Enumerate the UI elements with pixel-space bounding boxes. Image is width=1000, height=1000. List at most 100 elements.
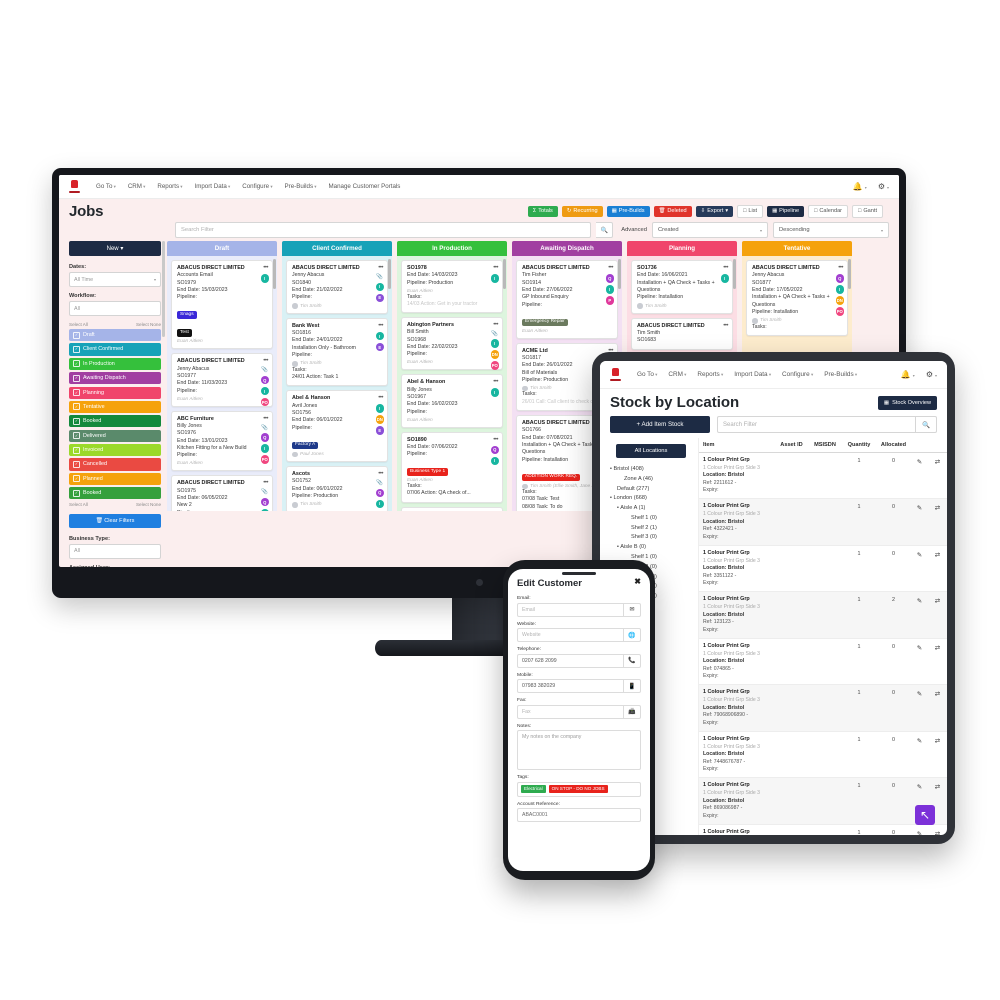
checkbox-icon[interactable]: ✓	[73, 460, 80, 468]
select-none-link[interactable]: Select None	[136, 322, 161, 327]
all-locations-button[interactable]: All Locations	[616, 444, 686, 458]
job-badge-i[interactable]: I	[490, 274, 499, 283]
job-card[interactable]: ••• Ascots SO1752 End Date: 06/01/2022 Pipel…	[286, 466, 388, 511]
workflow-filter-client-confirmed[interactable]: ✓ Client Confirmed	[69, 343, 161, 356]
checkbox-icon[interactable]: ✓	[73, 432, 80, 440]
job-badge-i[interactable]: I	[260, 508, 269, 511]
job-card[interactable]: ••• ABC Furniture Billy Jones SO1976 End Dat…	[171, 410, 273, 472]
phone-icon[interactable]: 📞	[624, 653, 641, 668]
transfer-icon[interactable]: ⇄	[928, 596, 947, 633]
workflow-filter-in-production[interactable]: ✓ In Production	[69, 357, 161, 370]
card-menu-icon[interactable]: •••	[263, 358, 268, 364]
card-menu-icon[interactable]: •••	[378, 471, 383, 477]
nav-item-go-to[interactable]: Go To	[637, 371, 657, 378]
job-badge-q[interactable]: Q	[605, 274, 614, 283]
attachment-icon[interactable]: 📎	[261, 489, 268, 495]
transfer-icon[interactable]: ⇄	[928, 736, 947, 773]
field-input[interactable]: 0207 628 2099	[517, 653, 624, 668]
workflow-input[interactable]: All	[69, 301, 161, 316]
location-tree-item[interactable]: Shelf 2 (1)	[610, 524, 692, 534]
search-input[interactable]: Search Filter	[175, 222, 592, 238]
checkbox-icon[interactable]: ✓	[73, 446, 80, 454]
mobile-icon[interactable]: 📱	[624, 679, 641, 693]
view-calendar-button[interactable]: □ Calendar	[808, 204, 849, 219]
sort-direction-select[interactable]: Descending	[773, 222, 889, 238]
location-tree-item[interactable]: London (668)	[610, 494, 692, 504]
stock-table-row[interactable]: 1 Colour Print Grp1 Colour Print Grp Sid…	[699, 639, 947, 686]
attachment-icon[interactable]: 📎	[491, 331, 498, 337]
job-card[interactable]: ••• SO1978 End Date: 14/03/2023 Pipeline: P…	[401, 260, 503, 313]
job-badge-q[interactable]: Q	[260, 497, 269, 507]
field-input[interactable]: Fax	[517, 704, 624, 719]
select-all-link-2[interactable]: Select All	[69, 502, 88, 507]
gear-icon[interactable]: ⚙	[926, 370, 937, 379]
gear-icon[interactable]: ⚙	[878, 182, 889, 191]
sidebar-scrollbar[interactable]	[162, 241, 165, 337]
workflow-filter-delivered[interactable]: ✓ Delivered	[69, 429, 161, 442]
job-badge-po[interactable]: PO	[260, 397, 269, 407]
transfer-icon[interactable]: ⇄	[928, 829, 947, 835]
sort-field-select[interactable]: Created	[652, 222, 768, 238]
job-badge-po[interactable]: PO	[260, 455, 269, 464]
checkbox-icon[interactable]: ✓	[73, 345, 80, 353]
job-badge-i[interactable]: I	[375, 282, 384, 291]
arrow-up-left-icon[interactable]: ↖	[915, 805, 935, 825]
checkbox-icon[interactable]: ✓	[73, 331, 80, 339]
stock-search-input[interactable]: Search Filter	[717, 416, 916, 433]
business-type-input[interactable]: All	[69, 543, 161, 559]
select-none-link-2[interactable]: Select None	[136, 502, 161, 507]
job-badge-i[interactable]: I	[605, 285, 614, 294]
nav-item-reports[interactable]: Reports	[157, 183, 182, 190]
advanced-link[interactable]: Advanced	[621, 227, 647, 233]
column-scrollbar[interactable]	[618, 259, 621, 289]
location-tree-item[interactable]: Bristol (408)	[610, 465, 692, 475]
transfer-icon[interactable]: ⇄	[928, 503, 947, 540]
recurring-button[interactable]: ↻ Recurring	[561, 205, 603, 218]
job-badge-q[interactable]: Q	[260, 375, 269, 385]
stock-table-row[interactable]: 1 Colour Print Grp1 Colour Print Grp Sid…	[699, 546, 947, 593]
bell-icon[interactable]: 🔔	[901, 370, 915, 379]
checkbox-icon[interactable]: ✓	[73, 489, 80, 497]
job-card[interactable]: ••• ABACUS DIRECT LIMITED Jenny Abacus SO18…	[746, 260, 848, 336]
job-badge-po[interactable]: PO	[490, 361, 499, 370]
field-input[interactable]: Website	[517, 628, 624, 642]
job-badge-e[interactable]: E	[375, 426, 384, 435]
account-reference-input[interactable]: ABAC0001	[517, 808, 641, 822]
stock-overview-button[interactable]: ▦ Stock Overview	[877, 395, 937, 410]
job-card[interactable]: ••• ABACUS DIRECT LIMITED Tim Smith SO1683	[631, 317, 733, 350]
edit-icon[interactable]: ✎	[911, 550, 928, 587]
workflow-filter-booked[interactable]: ✓ Booked	[69, 415, 161, 428]
deleted-button[interactable]: 🗑 Deleted	[653, 205, 692, 218]
job-badge-dn[interactable]: DN	[835, 296, 844, 305]
job-badge-q[interactable]: Q	[835, 274, 844, 283]
card-menu-icon[interactable]: •••	[378, 323, 383, 329]
attachment-icon[interactable]: 📎	[261, 367, 268, 373]
card-menu-icon[interactable]: •••	[723, 265, 728, 271]
transfer-icon[interactable]: ⇄	[928, 550, 947, 587]
checkbox-icon[interactable]: ✓	[73, 374, 80, 382]
stock-table-row[interactable]: 1 Colour Print Grp1 Colour Print Grp Sid…	[699, 499, 947, 546]
card-menu-icon[interactable]: •••	[493, 322, 498, 328]
nav-item-reports[interactable]: Reports	[697, 371, 723, 378]
location-tree-item[interactable]: Shelf 1 (0)	[610, 514, 692, 524]
location-tree-item[interactable]: Shelf 3 (0)	[610, 533, 692, 543]
job-badge-e[interactable]: E	[375, 342, 384, 352]
column-scrollbar[interactable]	[733, 259, 736, 289]
column-scrollbar[interactable]	[273, 259, 276, 289]
checkbox-icon[interactable]: ✓	[73, 389, 80, 397]
edit-icon[interactable]: ✎	[911, 457, 928, 494]
envelope-icon[interactable]: ✉	[624, 602, 641, 617]
job-badge-i[interactable]: I	[720, 274, 729, 283]
job-card[interactable]: ••• SO1890 End Date: 07/06/2022 Pipeline: Bu…	[401, 431, 503, 503]
job-badge-p[interactable]: P	[605, 296, 614, 305]
card-menu-icon[interactable]: •••	[493, 437, 498, 443]
nav-item-import-data[interactable]: Import Data	[194, 183, 230, 190]
location-tree-item[interactable]: Aisle B (0)	[610, 543, 692, 553]
export-button[interactable]: ⇩ Export ▾	[695, 205, 734, 218]
stock-table-row[interactable]: 1 Colour Print Grp1 Colour Print Grp Sid…	[699, 685, 947, 732]
column-scrollbar[interactable]	[388, 259, 391, 289]
transfer-icon[interactable]: ⇄	[928, 457, 947, 494]
new-job-button[interactable]: New ▾	[69, 241, 161, 256]
nav-item-pre-builds[interactable]: Pre-Builds	[824, 371, 857, 378]
tags-field[interactable]: Electrical ON STOP - DO NO JOBS	[517, 781, 641, 797]
